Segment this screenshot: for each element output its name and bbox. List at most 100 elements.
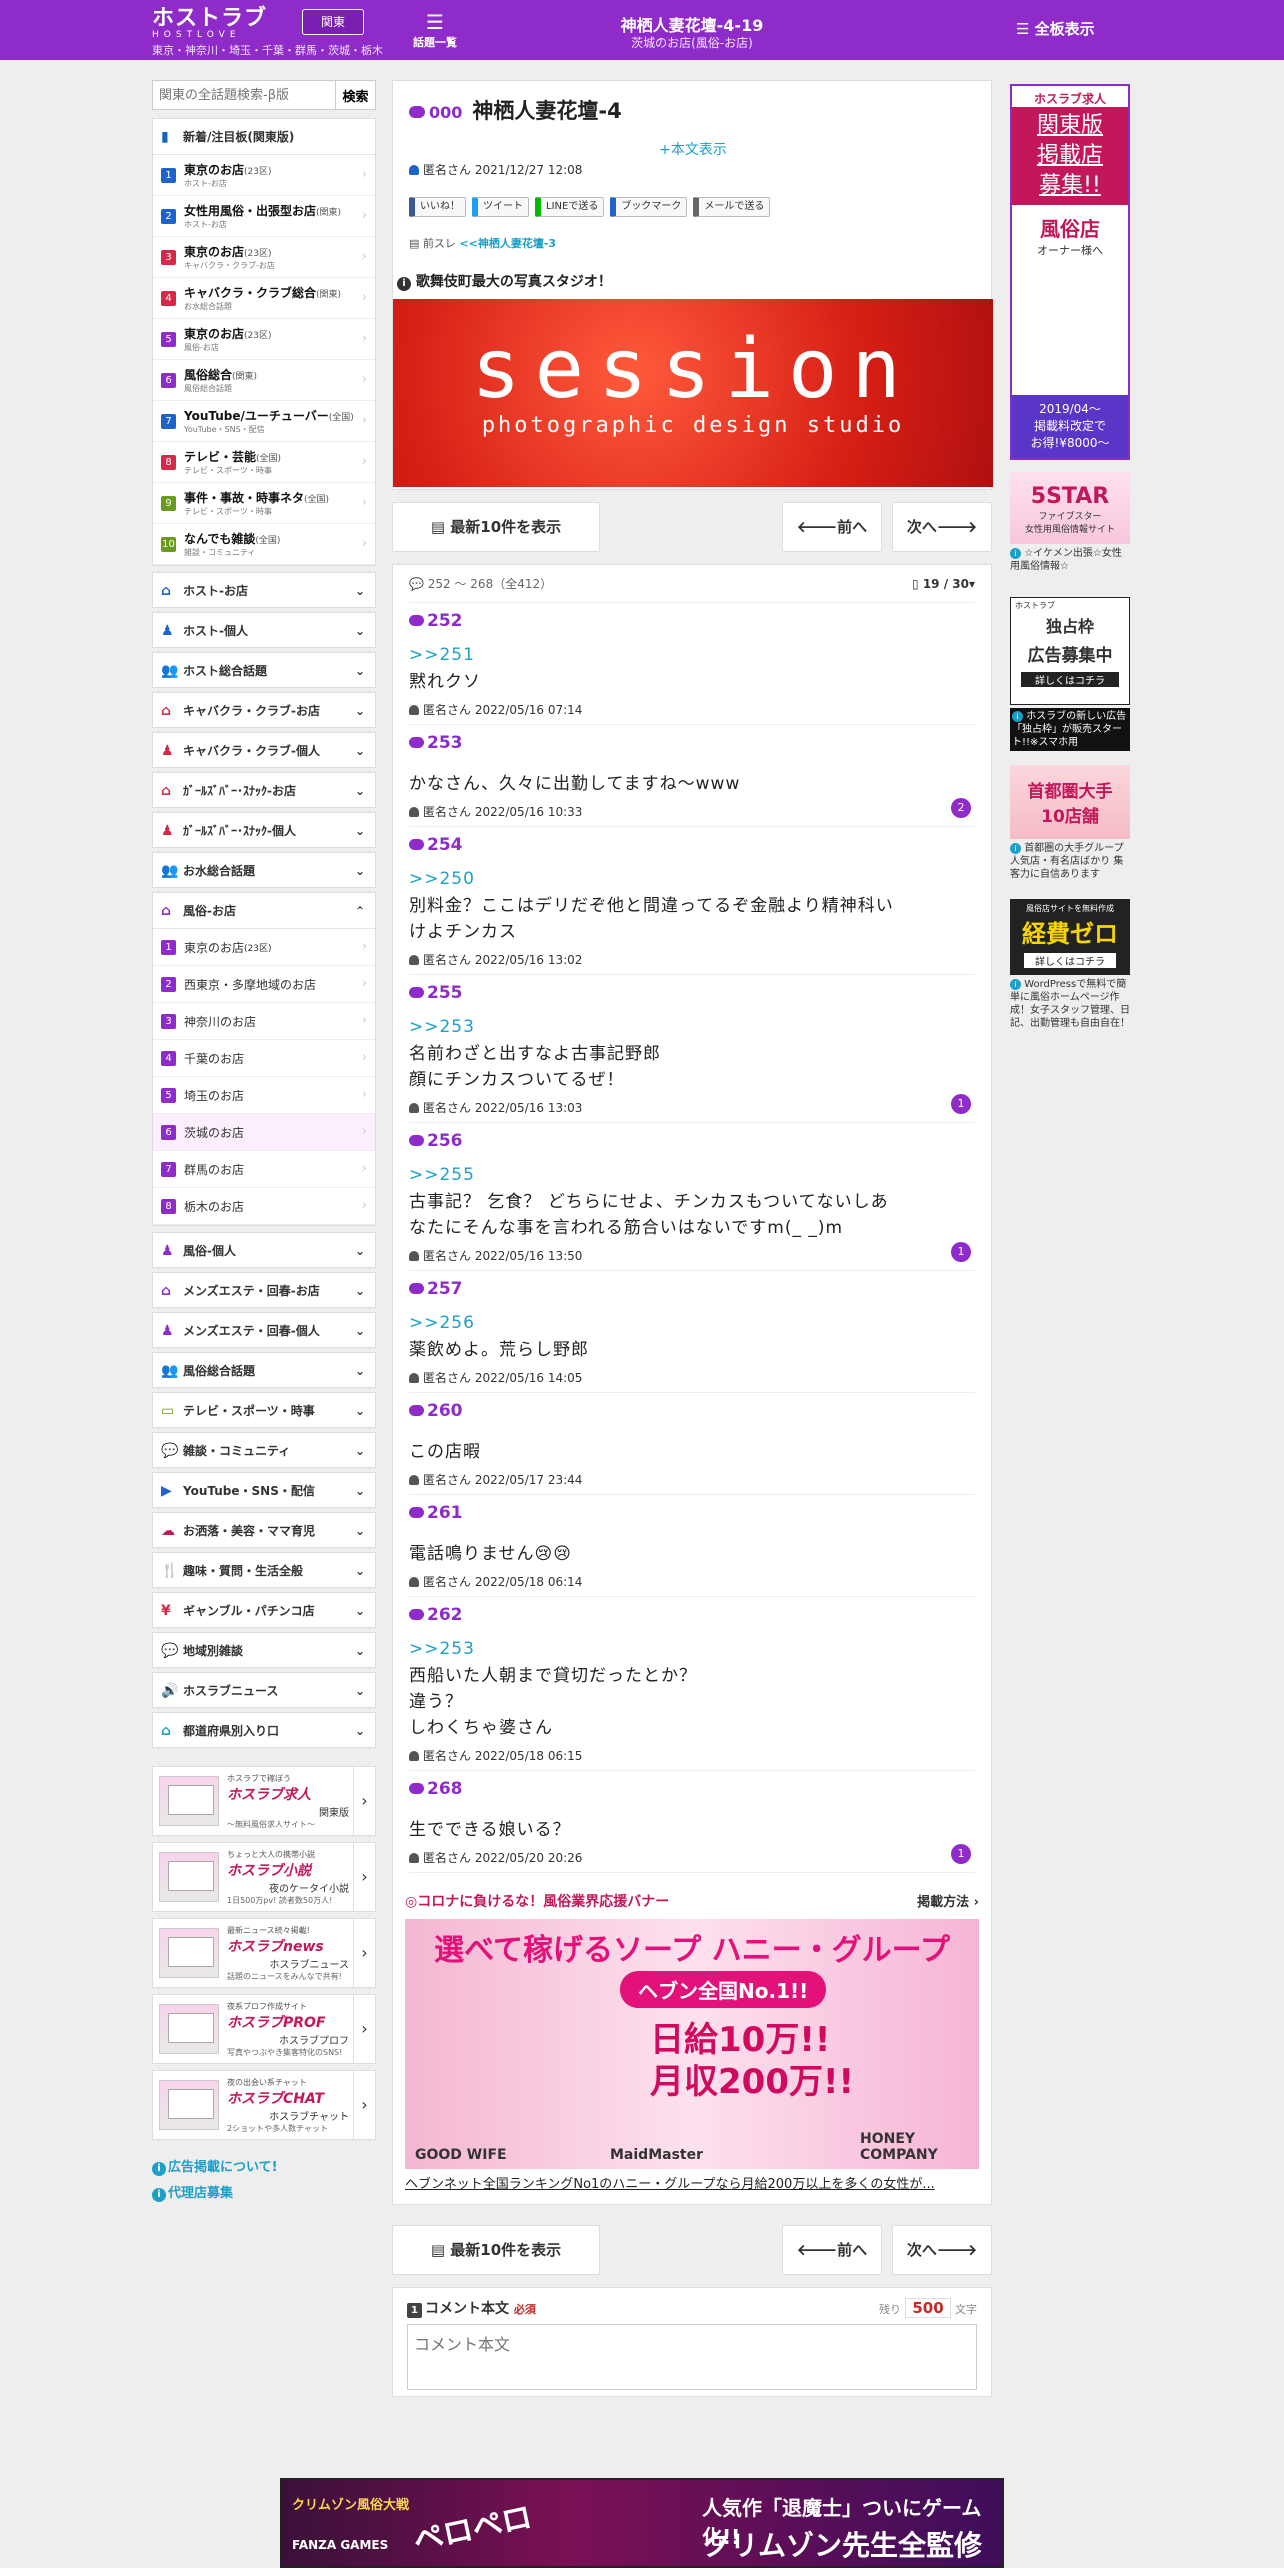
category-item[interactable]: ⌂ キャバクラ・クラブ-お店 ⌄	[152, 692, 376, 728]
category-item[interactable]: ▶ YouTube・SNS・配信 ⌄	[152, 1472, 376, 1508]
header-subtitle[interactable]: 茨城のお店(風俗-お店)	[500, 34, 884, 51]
promo-item[interactable]: 夜の出会い系チャット ホスラブCHAT ホスラブチャット 2ショットや多人数チャット ›	[152, 2070, 376, 2140]
ranked-item[interactable]: 8 テレビ・芸能(全国) テレビ・スポーツ・時事 ›	[153, 442, 375, 483]
ranked-item[interactable]: 10 なんでも雑談(全国) 雑談・コミュニティ ›	[153, 524, 375, 565]
fuzoku-shop-item[interactable]: 6 茨城のお店 ›	[153, 1114, 375, 1151]
category-item[interactable]: 💬 雑談・コミュニティ ⌄	[152, 1432, 376, 1468]
share-button[interactable]: ブックマーク	[610, 197, 688, 217]
latest-10-button[interactable]: ▤ 最新10件を表示	[392, 502, 600, 552]
topic-list-button[interactable]: ☰ 話題一覧	[410, 10, 460, 50]
ranked-item[interactable]: 2 女性用風俗・出張型お店(関東) ホスト-お店 ›	[153, 196, 375, 237]
category-item[interactable]: ¥ ギャンブル・パチンコ店 ⌄	[152, 1592, 376, 1628]
category-item[interactable]: 👥 お水総合話題 ⌄	[152, 852, 376, 888]
fuzoku-shop-item[interactable]: 7 群馬のお店 ›	[153, 1151, 375, 1188]
honey-group-banner[interactable]: 選べて稼げるソープ ハニー・グループ ヘブン全国No.1!! 日給10万!! 月収…	[405, 1919, 979, 2169]
category-item[interactable]: ♟ 風俗-個人 ⌄	[152, 1232, 376, 1268]
reply-count-badge[interactable]: 1	[951, 1094, 971, 1114]
studio-ad-banner[interactable]: session photographic design studio	[393, 299, 993, 487]
post-number[interactable]: 268	[409, 1779, 975, 1799]
next-page-button-bottom[interactable]: 次へ🡒	[892, 2225, 992, 2275]
ranked-item[interactable]: 5 東京のお店(23区) 風俗-お店 ›	[153, 319, 375, 360]
reply-anchor[interactable]: >>253	[409, 1017, 975, 1037]
share-button[interactable]: メールで送る	[693, 197, 771, 217]
category-item[interactable]: ☁ お洒落・美容・ママ育児 ⌄	[152, 1512, 376, 1548]
post-number[interactable]: 254	[409, 835, 975, 855]
promo-item[interactable]: 夜系プロフ作成サイト ホスラブPROF ホスラブプロフ 写真やつぶやき集客特化のSNS…	[152, 1994, 376, 2064]
comment-textarea[interactable]	[407, 2324, 977, 2390]
fuzoku-shop-item[interactable]: 4 千葉のお店 ›	[153, 1040, 375, 1077]
fuzoku-shop-item[interactable]: 5 埼玉のお店 ›	[153, 1077, 375, 1114]
fuzoku-shop-item[interactable]: 2 西東京・多摩地域のお店 ›	[153, 966, 375, 1003]
prev-page-button-bottom[interactable]: 🡐前へ	[782, 2225, 882, 2275]
reply-anchor[interactable]: >>255	[409, 1165, 975, 1185]
reply-anchor[interactable]: >>251	[409, 645, 975, 665]
category-item[interactable]: ⌂ ホスト-お店 ⌄	[152, 572, 376, 608]
search-input[interactable]	[152, 80, 336, 110]
page-indicator[interactable]: ▯ 19 / 30▾	[912, 565, 975, 603]
footer-ad-banner[interactable]: クリムゾン風俗大戦 FANZA GAMES ペロペロ 人気作「退魔士」ついにゲー…	[280, 2478, 1004, 2568]
promo-item[interactable]: ちょっと大人の携帯小説 ホスラブ小説 夜のケータイ小説 1日500万pv! 読者数50…	[152, 1842, 376, 1912]
ranked-item[interactable]: 4 キャバクラ・クラブ総合(関東) お水総合話題 ›	[153, 278, 375, 319]
reply-count-badge[interactable]: 1	[951, 1844, 971, 1864]
all-boards-button[interactable]: ☰ 全板表示	[1016, 18, 1095, 39]
category-item[interactable]: ▭ テレビ・スポーツ・時事 ⌄	[152, 1392, 376, 1428]
fuzoku-shop-item[interactable]: 1 東京のお店 (23区) ›	[153, 929, 375, 966]
category-item[interactable]: ♟ ホスト-個人 ⌄	[152, 612, 376, 648]
fuzoku-shop-item[interactable]: 3 神奈川のお店 ›	[153, 1003, 375, 1040]
how-to-post-link[interactable]: 掲載方法 ›	[917, 1891, 979, 1910]
post-number[interactable]: 256	[409, 1131, 975, 1151]
category-item[interactable]: ⌂ メンズエステ・回春-お店 ⌄	[152, 1272, 376, 1308]
right-ad-zero[interactable]: 風俗店サイトを無料作成 経費ゼロ 詳しくはコチラ i WordPressで無料で…	[1010, 899, 1130, 1030]
right-ad-recruit[interactable]: ホスラブ求人 関東版 掲載店 募集!! 風俗店 オーナー様へ 2019/04〜 …	[1010, 84, 1130, 460]
post-number[interactable]: 253	[409, 733, 975, 753]
prev-thread-link[interactable]: <<神栖人妻花壇-3	[459, 237, 556, 250]
reply-count-badge[interactable]: 2	[951, 798, 971, 818]
share-button[interactable]: いいね！	[409, 197, 466, 217]
ranked-item[interactable]: 1 東京のお店(23区) ホスト-お店 ›	[153, 155, 375, 196]
prev-page-button[interactable]: 🡐前へ	[782, 502, 882, 552]
next-page-button[interactable]: 次へ🡒	[892, 502, 992, 552]
post-number[interactable]: 257	[409, 1279, 975, 1299]
honey-banner-caption[interactable]: ヘブンネット全国ランキングNo1のハニー・グループなら月給200万以上を多くの女…	[405, 2173, 979, 2192]
fuzoku-shop-label: 東京のお店	[184, 940, 245, 955]
share-button[interactable]: ツイート	[472, 197, 529, 217]
category-item[interactable]: 🔊 ホスラブニュース ⌄	[152, 1672, 376, 1708]
category-item[interactable]: ⌂ ｶﾞｰﾙｽﾞﾊﾞｰ･ｽﾅｯｸ-お店 ⌄	[152, 772, 376, 808]
fuzoku-shop-heading[interactable]: ⌂ 風俗-お店 ⌃	[153, 893, 375, 929]
category-item[interactable]: ♟ キャバクラ・クラブ-個人 ⌄	[152, 732, 376, 768]
right-ad-5star[interactable]: 5STAR ファイブスター 女性用風俗情報サイト i ☆イケメン出張☆女性用風俗…	[1010, 472, 1130, 573]
category-item[interactable]: ♟ メンズエステ・回春-個人 ⌄	[152, 1312, 376, 1348]
search-button[interactable]: 検索	[336, 80, 376, 110]
category-item[interactable]: 👥 風俗総合話題 ⌄	[152, 1352, 376, 1388]
right-ad-exclusive[interactable]: ホストラブ 独占枠 広告募集中 詳しくはコチラ i ホスラブの新しい広告「独占枠…	[1010, 597, 1130, 751]
right-ad-shutoken[interactable]: 首都圏大手 10店舗 i 首都圏の大手グループ 人気店・有名店ばかり 集客力に自…	[1010, 765, 1130, 881]
show-body-link[interactable]: +本文表示	[393, 139, 993, 159]
post-number[interactable]: 261	[409, 1503, 975, 1523]
reply-anchor[interactable]: >>253	[409, 1639, 975, 1659]
share-button[interactable]: LINEで送る	[535, 197, 605, 217]
site-logo[interactable]: ホストラブ HOSTLOVE	[152, 8, 292, 41]
agency-link[interactable]: i 代理店募集	[152, 2182, 376, 2202]
fuzoku-shop-item[interactable]: 8 栃木のお店 ›	[153, 1188, 375, 1225]
category-item[interactable]: 🍴 趣味・質問・生活全般 ⌄	[152, 1552, 376, 1588]
ad-info-link[interactable]: i 広告掲載について!	[152, 2156, 376, 2176]
reply-anchor[interactable]: >>256	[409, 1313, 975, 1333]
ranked-item[interactable]: 9 事件・事故・時事ネタ(全国) テレビ・スポーツ・時事 ›	[153, 483, 375, 524]
category-item[interactable]: 💬 地域別雑談 ⌄	[152, 1632, 376, 1668]
reply-anchor[interactable]: >>250	[409, 869, 975, 889]
category-item[interactable]: ⌂ 都道府県別入り口 ⌄	[152, 1712, 376, 1748]
post-number[interactable]: 255	[409, 983, 975, 1003]
ranked-item[interactable]: 6 風俗総合(関東) 風俗総合話題 ›	[153, 360, 375, 401]
post-number[interactable]: 260	[409, 1401, 975, 1421]
promo-item[interactable]: 最新ニュース続々掲載! ホスラブnews ホスラブニュース 話題のニュースをみんなで共…	[152, 1918, 376, 1988]
promo-item[interactable]: ホスラブで稼ぼう ホスラブ求人 関東版 〜無料風俗求人サイト〜 ›	[152, 1766, 376, 1836]
region-button[interactable]: 関東	[302, 9, 364, 35]
category-item[interactable]: 👥 ホスト総合話題 ⌄	[152, 652, 376, 688]
ranked-item[interactable]: 7 YouTube/ユーチューバー(全国) YouTube・SNS・配信 ›	[153, 401, 375, 442]
category-item[interactable]: ♟ ｶﾞｰﾙｽﾞﾊﾞｰ･ｽﾅｯｸ-個人 ⌄	[152, 812, 376, 848]
reply-count-badge[interactable]: 1	[951, 1242, 971, 1262]
ranked-item[interactable]: 3 東京のお店(23区) キャバクラ・クラブ-お店 ›	[153, 237, 375, 278]
latest-10-button-bottom[interactable]: ▤ 最新10件を表示	[392, 2225, 600, 2275]
post-number[interactable]: 252	[409, 611, 975, 631]
post-number[interactable]: 262	[409, 1605, 975, 1625]
